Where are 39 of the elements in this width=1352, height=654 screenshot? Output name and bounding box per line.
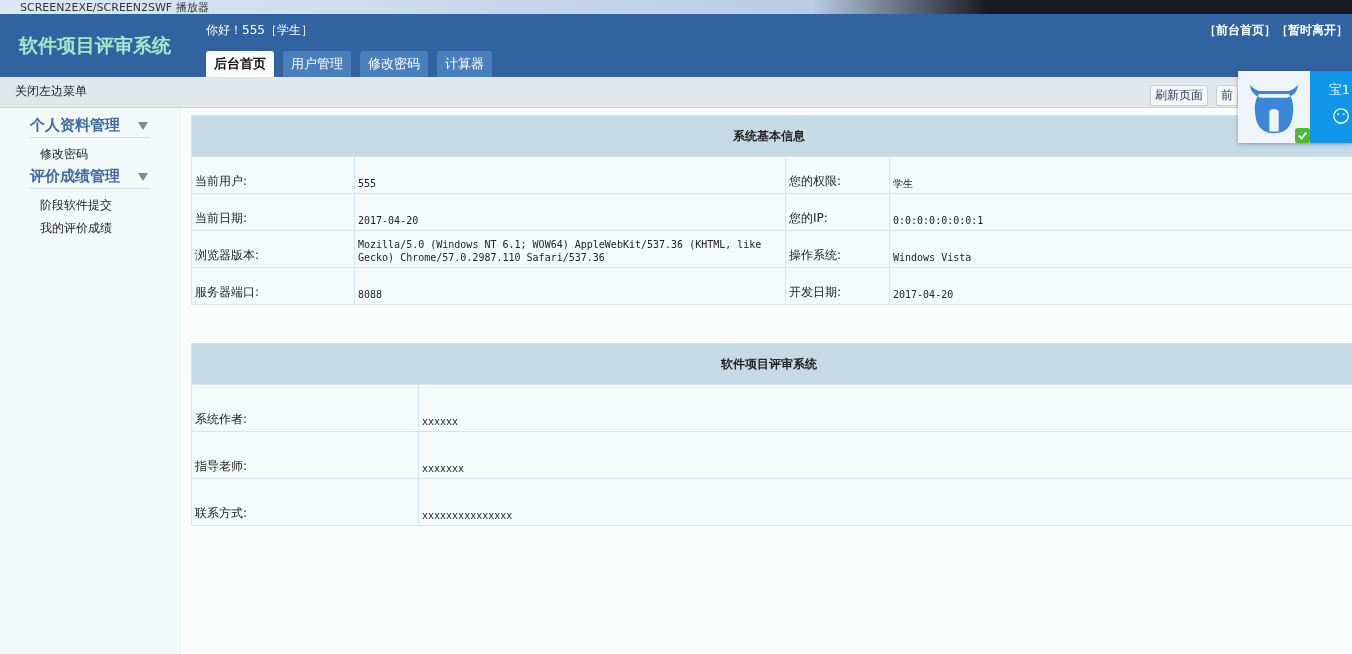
- check-badge-icon: [1295, 128, 1310, 143]
- header-link[interactable]: ［暂时离开］: [1276, 22, 1348, 39]
- greeting-text: 你好！555［学生］: [206, 22, 314, 39]
- menu-group-header[interactable]: 个人资料管理: [30, 116, 150, 138]
- table-cell: 联系方式:: [191, 478, 419, 526]
- table-title: 软件项目评审系统: [191, 343, 1352, 385]
- sidebar-item[interactable]: 修改密码: [30, 144, 180, 165]
- toolbar-button[interactable]: 前: [1216, 84, 1238, 106]
- caret-icon: [138, 172, 148, 181]
- menu-group-header[interactable]: 评价成绩管理: [30, 167, 150, 189]
- nav-tab[interactable]: 后台首页: [206, 51, 274, 77]
- table-cell: 555: [354, 156, 786, 194]
- table-cell: 服务器端口:: [191, 267, 355, 305]
- table-title: 系统基本信息: [191, 115, 1352, 157]
- sidebar-item[interactable]: 我的评价成绩: [30, 218, 180, 239]
- table-cell: 2017-04-20: [354, 193, 786, 231]
- table-cell: 系统作者:: [191, 384, 419, 432]
- table-cell: 开发日期:: [785, 267, 890, 305]
- table-cell: 您的IP:: [785, 193, 890, 231]
- nav-tab[interactable]: 计算器: [437, 51, 492, 77]
- table-cell: 浏览器版本:: [191, 230, 355, 268]
- table-cell: Mozilla/5.0 (Windows NT 6.1; WOW64) AppleWebKit/537.36 (KHTML, like Gecko) Chrome/57.0.2987.110 Safari/537.36: [354, 230, 786, 268]
- table-cell: 当前用户:: [191, 156, 355, 194]
- table-cell: 指导老师:: [191, 431, 419, 479]
- player-title: SCREEN2EXE/SCREEN2SWF 播放器: [19, 0, 209, 14]
- sidebar-item[interactable]: 阶段软件提交: [30, 195, 180, 216]
- caret-icon: [138, 121, 148, 130]
- table-cell: 当前日期:: [191, 193, 355, 231]
- nav-tab[interactable]: 用户管理: [283, 51, 351, 77]
- smiley-icon[interactable]: [1332, 107, 1350, 125]
- header-link[interactable]: ［前台首页］: [1204, 22, 1276, 39]
- nav-tab[interactable]: 修改密码: [360, 51, 428, 77]
- table-cell: 操作系统:: [785, 230, 890, 268]
- widget-text: 宝1: [1328, 81, 1350, 99]
- close-menu-link[interactable]: 关闭左边菜单: [15, 82, 87, 100]
- app-title: 软件项目评审系统: [17, 33, 172, 58]
- table-cell: 8088: [354, 267, 786, 305]
- toolbar-button[interactable]: 刷新页面: [1150, 84, 1208, 106]
- table-cell: 您的权限:: [785, 156, 890, 194]
